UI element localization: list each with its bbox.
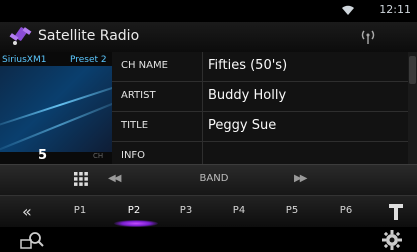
info-label: CH NAME xyxy=(121,60,168,71)
preset-button-p6[interactable]: P6 xyxy=(326,205,366,216)
app-screen: 12:11 Satellite Radio SiriusXM1 Preset 2… xyxy=(0,0,417,252)
status-bar: 12:11 xyxy=(0,0,417,22)
control-bar: ◀◀ BAND ▶▶ xyxy=(0,164,417,195)
active-preset-indicator xyxy=(114,220,158,227)
info-row-artist: ARTIST Buddy Holly xyxy=(112,82,408,112)
search-icon[interactable] xyxy=(20,230,46,250)
info-value: Peggy Sue xyxy=(208,118,277,133)
satellite-radio-icon xyxy=(9,27,32,45)
preset-button-p5[interactable]: P5 xyxy=(272,205,312,216)
grid-menu-icon[interactable] xyxy=(74,172,88,186)
antenna-icon xyxy=(361,30,375,44)
row-divider xyxy=(202,112,203,141)
artwork-streak xyxy=(0,79,112,131)
artwork-streak xyxy=(0,94,112,152)
preset-label: Preset 2 xyxy=(70,55,107,65)
bottom-bar xyxy=(0,227,417,252)
row-divider xyxy=(202,82,203,111)
channel-artwork xyxy=(0,66,112,152)
preset-button-p3[interactable]: P3 xyxy=(166,205,206,216)
info-value: Fifties (50's) xyxy=(208,58,288,73)
band-button[interactable]: BAND xyxy=(186,173,242,184)
channel-panel: SiriusXM1 Preset 2 5 CH xyxy=(0,52,112,164)
info-scrollbar[interactable] xyxy=(408,52,417,164)
info-value: Buddy Holly xyxy=(208,88,287,103)
info-row-channel-name: CH NAME Fifties (50's) xyxy=(112,52,408,82)
info-row-title: TITLE Peggy Sue xyxy=(112,112,408,142)
gear-icon[interactable] xyxy=(381,229,403,251)
channel-suffix: CH xyxy=(93,152,104,160)
wifi-icon xyxy=(342,5,354,15)
next-channel-button[interactable]: ▶▶ xyxy=(294,173,307,184)
row-divider xyxy=(202,142,203,164)
preset-bar: « P1 P2 P3 P4 P5 P6 xyxy=(0,195,417,228)
page-title: Satellite Radio xyxy=(38,28,140,44)
info-label: ARTIST xyxy=(121,90,156,101)
preset-button-p1[interactable]: P1 xyxy=(60,205,100,216)
info-row-info: INFO xyxy=(112,142,408,164)
preset-button-p4[interactable]: P4 xyxy=(219,205,259,216)
tune-icon[interactable] xyxy=(387,201,405,223)
title-bar: Satellite Radio xyxy=(0,22,417,53)
collapse-button[interactable]: « xyxy=(22,202,32,221)
scroll-thumb[interactable] xyxy=(409,56,416,84)
preset-button-p2[interactable]: P2 xyxy=(114,205,154,216)
status-clock: 12:11 xyxy=(379,3,411,16)
row-divider xyxy=(202,52,203,81)
info-label: INFO xyxy=(121,150,146,161)
previous-channel-button[interactable]: ◀◀ xyxy=(108,173,121,184)
band-label: SiriusXM1 xyxy=(2,55,47,65)
info-table: CH NAME Fifties (50's) ARTIST Buddy Holl… xyxy=(112,52,408,164)
info-label: TITLE xyxy=(121,120,149,131)
channel-number: 5 xyxy=(38,148,48,163)
